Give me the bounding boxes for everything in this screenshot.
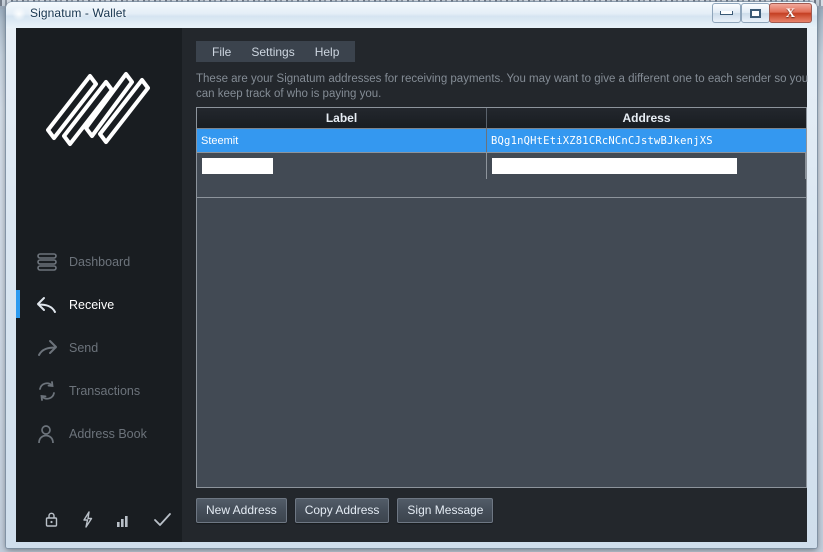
send-arrow-icon: [34, 335, 60, 361]
main-panel: File Settings Help These are your Signat…: [182, 28, 808, 542]
checkmark-icon[interactable]: [153, 511, 172, 533]
receive-arrow-icon: [34, 292, 60, 318]
sidebar-item-label: Send: [69, 340, 99, 355]
minimize-button[interactable]: [712, 3, 741, 23]
address-table: Label Address Steemit BQg1nQHtEtiXZ81CRc…: [196, 107, 807, 488]
menu-settings[interactable]: Settings: [241, 43, 304, 61]
address-input[interactable]: [492, 158, 737, 174]
sign-message-button[interactable]: Sign Message: [397, 498, 494, 523]
table-header-row: Label Address: [197, 108, 806, 129]
minimize-icon: [720, 11, 733, 15]
table-edit-row[interactable]: [197, 152, 806, 179]
close-button[interactable]: X: [769, 3, 812, 23]
active-indicator: [16, 290, 20, 318]
column-header-address[interactable]: Address: [487, 108, 806, 129]
row-divider: [197, 197, 806, 198]
sidebar-item-address-book[interactable]: Address Book: [16, 412, 182, 455]
maximize-button[interactable]: [741, 3, 770, 23]
menu-bar: File Settings Help: [196, 41, 356, 62]
menu-file[interactable]: File: [202, 43, 241, 61]
sidebar-item-label: Address Book: [69, 426, 147, 441]
lock-icon[interactable]: [44, 511, 59, 533]
sidebar-item-label: Transactions: [69, 383, 141, 398]
page-description: These are your Signatum addresses for re…: [196, 73, 809, 100]
sidebar-item-transactions[interactable]: Transactions: [16, 369, 182, 412]
sidebar-nav: Dashboard Receive Send Transactions Addr…: [16, 240, 182, 455]
cell-label-edit[interactable]: [197, 153, 487, 179]
sidebar-item-dashboard[interactable]: Dashboard: [16, 240, 182, 283]
cell-label[interactable]: Steemit: [197, 129, 487, 152]
sidebar: Dashboard Receive Send Transactions Addr…: [16, 28, 182, 542]
window-icon: [12, 7, 26, 21]
copy-address-button[interactable]: Copy Address: [294, 498, 390, 523]
table-row[interactable]: Steemit BQg1nQHtEtiXZ81CRcNCnCJstwBJkenj…: [197, 129, 806, 152]
signatum-logo-icon: [46, 72, 150, 146]
sidebar-item-label: Receive: [69, 297, 115, 312]
sidebar-item-send[interactable]: Send: [16, 326, 182, 369]
column-header-label[interactable]: Label: [197, 108, 487, 129]
dashboard-icon: [34, 249, 60, 275]
signal-bars-icon[interactable]: [116, 511, 131, 533]
menu-help[interactable]: Help: [305, 43, 350, 61]
label-input[interactable]: [202, 158, 273, 174]
cell-address[interactable]: BQg1nQHtEtiXZ81CRcNCnCJstwBJkenjXS: [487, 129, 806, 152]
client-area: Dashboard Receive Send Transactions Addr…: [16, 28, 808, 542]
signatum-logo: [16, 54, 182, 164]
sidebar-item-label: Dashboard: [69, 254, 131, 269]
lightning-icon[interactable]: [81, 511, 94, 533]
sidebar-item-receive[interactable]: Receive: [16, 283, 182, 326]
cell-address-edit[interactable]: [487, 153, 806, 179]
status-bar: [16, 502, 182, 542]
title-bar[interactable]: Signatum - Wallet X: [6, 2, 817, 28]
application-window: Signatum - Wallet X Dashboard Receive Se…: [6, 2, 817, 548]
action-buttons: New Address Copy Address Sign Message: [196, 498, 494, 523]
maximize-icon: [750, 8, 761, 18]
window-title: Signatum - Wallet: [30, 6, 126, 20]
close-icon: X: [785, 5, 796, 20]
transactions-refresh-icon: [34, 378, 60, 404]
new-address-button[interactable]: New Address: [196, 498, 287, 523]
address-book-person-icon: [34, 421, 60, 447]
